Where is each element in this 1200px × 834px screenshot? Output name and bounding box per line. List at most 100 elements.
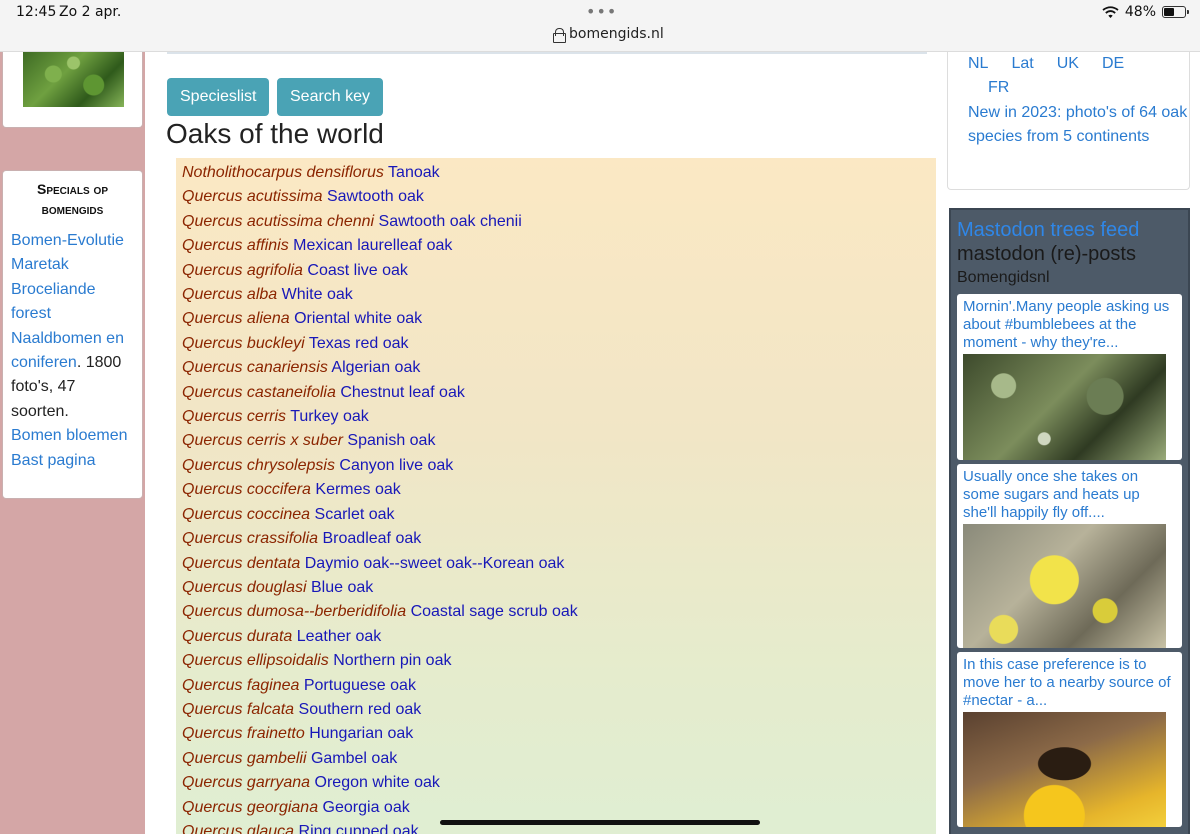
mastodon-feed-subtitle: mastodon (re)-posts	[957, 243, 1136, 265]
mastodon-feed-title[interactable]: Mastodon trees feed	[957, 218, 1180, 242]
post-text[interactable]: In this case preference is to move her t…	[963, 656, 1176, 710]
species-row: Quercus coccinea Scarlet oak	[182, 503, 936, 527]
post-image-moss[interactable]	[963, 354, 1166, 460]
species-row: Quercus georgiana Georgia oak	[182, 796, 936, 820]
species-common-name-link[interactable]: Ring cupped oak	[299, 823, 419, 834]
species-row: Quercus canariensis Algerian oak	[182, 356, 936, 380]
species-row: Quercus cerris Turkey oak	[182, 405, 936, 429]
species-common-name-link[interactable]: Coastal sage scrub oak	[411, 603, 578, 620]
species-latin-name: Quercus cerris	[182, 408, 287, 426]
species-row: Quercus chrysolepsis Canyon live oak	[182, 454, 936, 478]
new-in-2023-link[interactable]: New in 2023: photo's of 64 oak species f…	[968, 101, 1189, 150]
species-common-name-link[interactable]: White oak	[282, 286, 353, 303]
main-content: Specieslist Search key Oaks of the world…	[145, 52, 945, 834]
species-row: Quercus crassifolia Broadleaf oak	[182, 527, 936, 551]
species-latin-name: Quercus agrifolia	[182, 261, 303, 279]
specials-card: Specials op bomengids Bomen-Evolutie Mar…	[2, 170, 143, 499]
species-common-name-link[interactable]: Blue oak	[311, 579, 373, 596]
species-common-name-link[interactable]: Sawtooth oak	[327, 188, 424, 205]
lang-nl[interactable]: NL	[968, 55, 988, 72]
species-row: Quercus garryana Oregon white oak	[182, 771, 936, 795]
lang-fr[interactable]: FR	[968, 76, 1189, 100]
species-row: Quercus falcata Southern red oak	[182, 698, 936, 722]
specieslist-button[interactable]: Specieslist	[167, 78, 270, 116]
post-image-bumblebee[interactable]	[963, 712, 1166, 827]
mastodon-username: Bomengidsnl	[957, 269, 1050, 286]
species-row: Quercus agrifolia Coast live oak	[182, 259, 936, 283]
species-latin-name: Quercus aliena	[182, 310, 290, 328]
species-row: Quercus acutissima chenni Sawtooth oak c…	[182, 210, 936, 234]
language-links: NL Lat UK DE	[968, 52, 1189, 76]
species-latin-name: Quercus douglasi	[182, 578, 307, 596]
species-latin-name: Quercus falcata	[182, 700, 295, 718]
species-common-name-link[interactable]: Oriental white oak	[294, 310, 422, 327]
special-link-broceliande[interactable]: Broceliande forest	[11, 281, 96, 322]
species-common-name-link[interactable]: Portuguese oak	[304, 677, 416, 694]
species-latin-name: Quercus coccinea	[182, 505, 311, 523]
species-common-name-link[interactable]: Turkey oak	[290, 408, 369, 425]
species-common-name-link[interactable]: Southern red oak	[299, 701, 422, 718]
post-text[interactable]: Mornin'.Many people asking us about #bum…	[963, 298, 1176, 352]
lang-uk[interactable]: UK	[1057, 55, 1079, 72]
species-row: Notholithocarpus densiflorus Tanoak	[182, 161, 936, 185]
species-common-name-link[interactable]: Canyon live oak	[339, 457, 453, 474]
species-common-name-link[interactable]: Northern pin oak	[333, 652, 451, 669]
species-row: Quercus durata Leather oak	[182, 625, 936, 649]
species-common-name-link[interactable]: Mexican laurelleaf oak	[293, 237, 452, 254]
address-bar[interactable]: bomengids.nl	[553, 26, 664, 43]
species-common-name-link[interactable]: Hungarian oak	[309, 725, 413, 742]
special-link-evolutie[interactable]: Bomen-Evolutie	[11, 232, 124, 249]
url-text: bomengids.nl	[569, 26, 664, 42]
mastodon-post[interactable]: Usually once she takes on some sugars an…	[957, 464, 1182, 648]
species-row: Quercus alba White oak	[182, 283, 936, 307]
post-text[interactable]: Usually once she takes on some sugars an…	[963, 468, 1176, 522]
species-latin-name: Quercus acutissima	[182, 188, 323, 206]
species-common-name-link[interactable]: Sawtooth oak chenii	[379, 213, 522, 230]
species-common-name-link[interactable]: Texas red oak	[309, 335, 409, 352]
species-common-name-link[interactable]: Georgia oak	[323, 799, 410, 816]
lang-de[interactable]: DE	[1102, 55, 1124, 72]
species-common-name-link[interactable]: Broadleaf oak	[323, 530, 422, 547]
species-row: Quercus aliena Oriental white oak	[182, 307, 936, 331]
species-common-name-link[interactable]: Gambel oak	[311, 750, 397, 767]
post-image-willow-catkins[interactable]	[963, 524, 1166, 648]
home-indicator[interactable]	[440, 820, 760, 825]
species-row: Quercus douglasi Blue oak	[182, 576, 936, 600]
species-latin-name: Quercus dumosa--berberidifolia	[182, 603, 407, 621]
species-common-name-link[interactable]: Leather oak	[297, 628, 382, 645]
language-card: NL Lat UK DE FR New in 2023: photo's of 64 …	[947, 52, 1190, 190]
search-key-button[interactable]: Search key	[277, 78, 384, 116]
species-latin-name: Quercus crassifolia	[182, 530, 319, 548]
species-latin-name: Quercus cerris x suber	[182, 432, 343, 450]
system-indicators: 48%	[1102, 4, 1189, 20]
species-latin-name: Quercus dentata	[182, 554, 301, 572]
species-common-name-link[interactable]: Algerian oak	[331, 359, 420, 376]
species-common-name-link[interactable]: Coast live oak	[307, 262, 408, 279]
special-link-bast[interactable]: Bast pagina	[11, 452, 96, 469]
species-common-name-link[interactable]: Tanoak	[388, 164, 440, 181]
mastodon-post[interactable]: Mornin'.Many people asking us about #bum…	[957, 294, 1182, 460]
species-common-name-link[interactable]: Scarlet oak	[315, 506, 395, 523]
species-latin-name: Quercus canariensis	[182, 359, 328, 377]
special-link-bloemen[interactable]: Bomen bloemen	[11, 427, 128, 444]
species-latin-name: Quercus ellipsoidalis	[182, 652, 329, 670]
species-common-name-link[interactable]: Chestnut leaf oak	[340, 384, 465, 401]
special-link-maretak[interactable]: Maretak	[11, 256, 69, 273]
species-common-name-link[interactable]: Daymio oak--sweet oak--Korean oak	[305, 555, 565, 572]
lang-lat[interactable]: Lat	[1011, 55, 1033, 72]
more-dots-icon[interactable]: •••	[586, 2, 617, 21]
species-latin-name: Quercus gambelii	[182, 749, 307, 767]
tab-strip-edge	[167, 52, 927, 54]
species-list: Notholithocarpus densiflorus Tanoak Querc…	[176, 158, 936, 834]
date: Zo 2 apr.	[59, 4, 122, 20]
species-row: Quercus dentata Daymio oak--sweet oak--K…	[182, 552, 936, 576]
species-common-name-link[interactable]: Oregon white oak	[315, 774, 440, 791]
species-row: Quercus frainetto Hungarian oak	[182, 722, 936, 746]
species-latin-name: Quercus alba	[182, 286, 278, 304]
species-common-name-link[interactable]: Spanish oak	[347, 432, 435, 449]
specials-list: Bomen-Evolutie Maretak Broceliande fores…	[11, 229, 134, 473]
leaf-thumbnail-image[interactable]	[23, 52, 124, 107]
mastodon-post[interactable]: In this case preference is to move her t…	[957, 652, 1182, 827]
mastodon-feed: Mastodon trees feed mastodon (re)-posts …	[949, 208, 1190, 834]
species-common-name-link[interactable]: Kermes oak	[315, 481, 400, 498]
